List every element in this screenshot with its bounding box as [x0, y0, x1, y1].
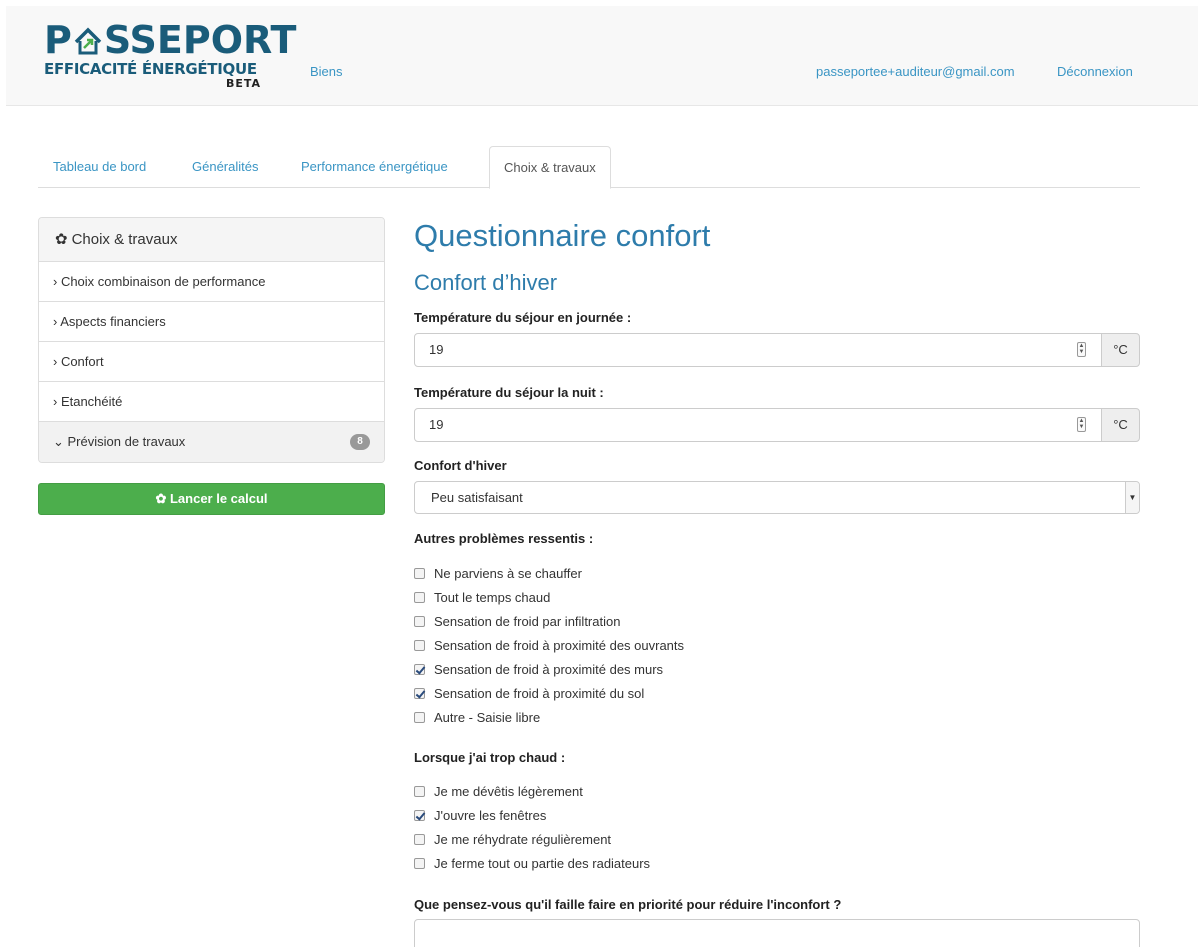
- logo-title-rest: SSEPORT: [103, 18, 297, 62]
- temp-night-group: 19 ▲ ▼ °C: [414, 408, 1140, 442]
- sidebar-item-prevision-travaux[interactable]: ⌄ Prévision de travaux 8: [39, 422, 384, 462]
- sidebar-panel: ✿ Choix & travaux › Choix combinaison de …: [38, 217, 385, 463]
- temp-night-label: Température du séjour la nuit :: [414, 385, 604, 400]
- problem-checkbox-row[interactable]: Sensation de froid à proximité du sol: [414, 685, 644, 703]
- house-logo-icon: [74, 27, 102, 55]
- nav-biens-link[interactable]: Biens: [310, 64, 343, 79]
- checkbox-checked[interactable]: [414, 688, 425, 699]
- count-badge: 8: [350, 434, 370, 450]
- tab-performance-energetique[interactable]: Performance énergétique: [301, 146, 448, 188]
- section-title: Confort d’hiver: [414, 270, 558, 295]
- checkbox-label: Je ferme tout ou partie des radiateurs: [434, 856, 651, 871]
- logo-title-p: P: [44, 18, 72, 62]
- sidebar-item-aspects-financiers[interactable]: › Aspects financiers: [39, 302, 384, 342]
- checkbox-label: Je me dévêtis légèrement: [434, 784, 583, 799]
- logo-beta: BETA: [225, 77, 261, 90]
- checkbox-label: Sensation de froid à proximité des ouvra…: [434, 638, 685, 653]
- unit-addon: °C: [1101, 408, 1140, 442]
- temp-day-input[interactable]: 19: [414, 333, 1102, 367]
- logo-subtitle: EFFICACITÉ ÉNERGÉTIQUE: [44, 60, 257, 78]
- problems-label: Autres problèmes ressentis :: [414, 531, 594, 546]
- tab-tableau-de-bord[interactable]: Tableau de bord: [53, 146, 146, 188]
- problem-checkbox-row[interactable]: Tout le temps chaud: [414, 589, 550, 607]
- priority-textarea[interactable]: [414, 919, 1140, 947]
- top-navbar: P SSEPORT EFFICACITÉ ÉNERGÉTIQUE BETA Bie…: [6, 6, 1198, 106]
- sidebar-title: Choix & travaux: [71, 231, 178, 248]
- page-title: Questionnaire confort: [414, 218, 711, 253]
- sidebar-item-label: ⌄ Prévision de travaux: [53, 434, 186, 449]
- problem-checkbox-row[interactable]: Ne parviens à se chauffer: [414, 565, 582, 583]
- checkbox-label: Sensation de froid par infiltration: [434, 614, 621, 629]
- logout-link[interactable]: Déconnexion: [1057, 64, 1133, 79]
- problem-checkbox-row[interactable]: Autre - Saisie libre: [414, 709, 540, 727]
- tab-bar: Tableau de bord Généralités Performance …: [38, 146, 1140, 189]
- checkbox-label: Sensation de froid à proximité des murs: [434, 662, 664, 677]
- too-hot-checkbox-row[interactable]: Je me réhydrate régulièrement: [414, 831, 611, 849]
- winter-comfort-value: Peu satisfaisant: [431, 490, 523, 505]
- user-email-link[interactable]: passeportee+auditeur@gmail.com: [816, 64, 1015, 79]
- checkbox-label: Ne parviens à se chauffer: [434, 566, 582, 581]
- tab-choix-travaux[interactable]: Choix & travaux: [489, 146, 611, 189]
- checkbox-checked[interactable]: [414, 810, 425, 821]
- checkbox[interactable]: [414, 834, 425, 845]
- too-hot-checkbox-row[interactable]: Je ferme tout ou partie des radiateurs: [414, 855, 650, 873]
- number-spinner-icon[interactable]: ▲ ▼: [1077, 417, 1086, 432]
- chevron-down-icon: ▼: [1125, 482, 1139, 513]
- checkbox[interactable]: [414, 858, 425, 869]
- too-hot-checkbox-row[interactable]: Je me dévêtis légèrement: [414, 783, 583, 801]
- sidebar-header: ✿ Choix & travaux: [39, 218, 384, 262]
- temp-night-input[interactable]: 19: [414, 408, 1102, 442]
- sidebar-item-confort[interactable]: › Confort: [39, 342, 384, 382]
- problem-checkbox-row[interactable]: Sensation de froid par infiltration: [414, 613, 620, 631]
- checkbox-checked[interactable]: [414, 664, 425, 675]
- checkbox[interactable]: [414, 592, 425, 603]
- winter-comfort-select[interactable]: Peu satisfaisant ▼: [414, 481, 1140, 514]
- temp-day-label: Température du séjour en journée :: [414, 310, 632, 325]
- checkbox-label: Tout le temps chaud: [434, 590, 551, 605]
- too-hot-checkbox-row[interactable]: J'ouvre les fenêtres: [414, 807, 546, 825]
- checkbox-label: J'ouvre les fenêtres: [434, 808, 547, 823]
- too-hot-label: Lorsque j'ai trop chaud :: [414, 750, 566, 765]
- sidebar-item-choix-combinaison[interactable]: › Choix combinaison de performance: [39, 262, 384, 302]
- unit-addon: °C: [1101, 333, 1140, 367]
- checkbox[interactable]: [414, 712, 425, 723]
- temp-day-group: 19 ▲ ▼ °C: [414, 333, 1140, 367]
- launch-calculation-button[interactable]: ✿ Lancer le calcul: [38, 483, 385, 515]
- logo[interactable]: P SSEPORT EFFICACITÉ ÉNERGÉTIQUE BETA: [44, 18, 296, 100]
- checkbox-label: Autre - Saisie libre: [434, 710, 541, 725]
- checkbox[interactable]: [414, 616, 425, 627]
- winter-comfort-label: Confort d'hiver: [414, 458, 507, 473]
- number-spinner-icon[interactable]: ▲ ▼: [1077, 342, 1086, 357]
- tab-generalites[interactable]: Généralités: [192, 146, 258, 188]
- logo-title: P SSEPORT: [44, 18, 296, 62]
- checkbox[interactable]: [414, 568, 425, 579]
- checkbox[interactable]: [414, 640, 425, 651]
- checkbox-label: Je me réhydrate régulièrement: [434, 832, 612, 847]
- checkbox[interactable]: [414, 786, 425, 797]
- sidebar-item-etancheite[interactable]: › Etanchéité: [39, 382, 384, 422]
- checkbox-label: Sensation de froid à proximité du sol: [434, 686, 645, 701]
- problem-checkbox-row[interactable]: Sensation de froid à proximité des ouvra…: [414, 637, 684, 655]
- gear-icon: ✿: [55, 231, 68, 248]
- priority-question-label: Que pensez-vous qu'il faille faire en pr…: [414, 897, 842, 912]
- problem-checkbox-row[interactable]: Sensation de froid à proximité des murs: [414, 661, 663, 679]
- main-content: Questionnaire confort Confort d’hiver Te…: [414, 214, 1140, 947]
